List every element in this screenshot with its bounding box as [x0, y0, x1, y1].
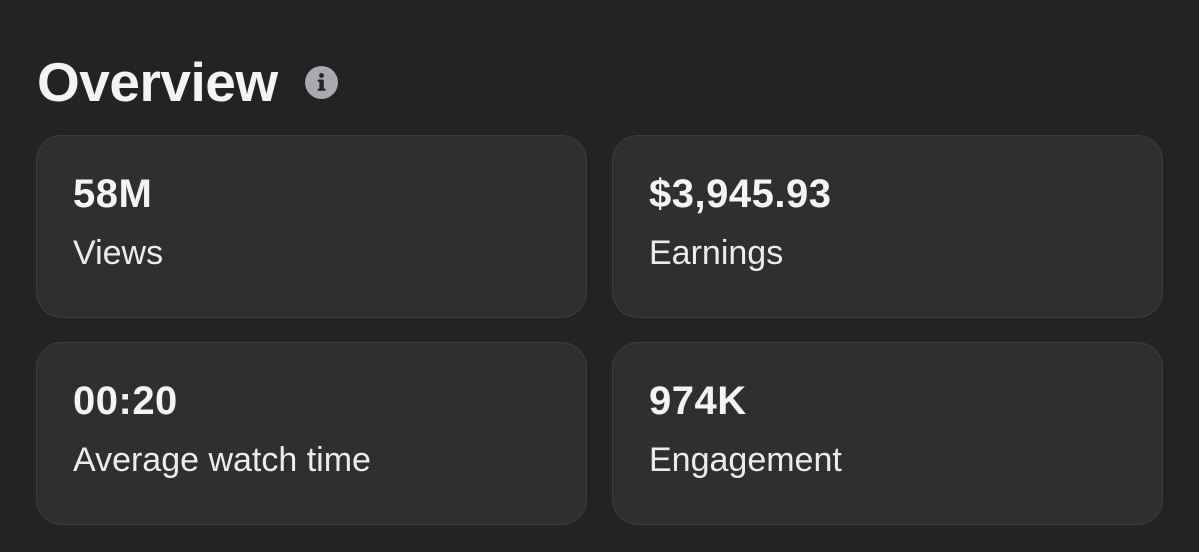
metric-label: Average watch time [73, 441, 371, 479]
metric-value: 58M [73, 172, 153, 216]
metric-card-earnings[interactable]: $3,945.93 Earnings [612, 135, 1163, 318]
page-title: Overview [37, 50, 278, 113]
metric-label: Views [73, 234, 164, 272]
metric-label: Engagement [649, 441, 842, 479]
metric-value: 974K [649, 379, 747, 423]
metric-card-views[interactable]: 58M Views [36, 135, 587, 318]
metric-card-engagement[interactable]: 974K Engagement [612, 342, 1163, 525]
metric-value: 00:20 [73, 379, 178, 423]
metric-label: Earnings [649, 234, 784, 272]
metric-card-average-watch-time[interactable]: 00:20 Average watch time [36, 342, 587, 525]
info-glyph [317, 72, 326, 91]
metrics-grid: 58M Views $3,945.93 Earnings 00:20 Avera… [36, 135, 1163, 525]
overview-header: Overview [37, 50, 338, 114]
metric-value: $3,945.93 [649, 172, 832, 216]
overview-panel: Overview 58M Views $3,945.93 Earnings 00… [0, 0, 1199, 552]
info-icon[interactable] [304, 65, 338, 99]
